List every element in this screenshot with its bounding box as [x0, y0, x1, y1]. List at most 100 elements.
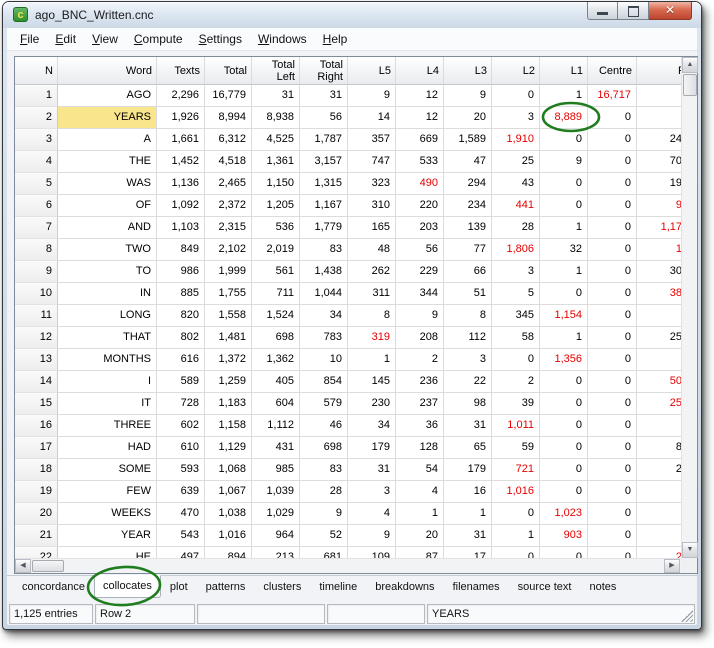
table-row[interactable]: 11LONG8201,5581,524348983451,1540: [15, 305, 681, 327]
value-cell[interactable]: 87: [396, 547, 444, 558]
value-cell[interactable]: 32: [540, 239, 588, 261]
value-cell[interactable]: 179: [444, 459, 492, 481]
word-cell[interactable]: THREE: [58, 415, 157, 437]
value-cell[interactable]: 854: [300, 371, 348, 393]
value-cell[interactable]: 2,019: [252, 239, 300, 261]
table-row[interactable]: 10IN8851,7557111,0443113445150038: [15, 283, 681, 305]
value-cell[interactable]: 30: [637, 261, 681, 283]
value-cell[interactable]: 698: [252, 327, 300, 349]
close-button[interactable]: ✕: [649, 2, 692, 20]
menu-item-edit[interactable]: Edit: [47, 29, 84, 49]
value-cell[interactable]: 1,910: [492, 129, 540, 151]
value-cell[interactable]: 3: [348, 481, 396, 503]
value-cell[interactable]: 721: [492, 459, 540, 481]
value-cell[interactable]: 165: [348, 217, 396, 239]
value-cell[interactable]: 0: [588, 459, 637, 481]
value-cell[interactable]: 1,183: [205, 393, 252, 415]
value-cell[interactable]: 24: [637, 129, 681, 151]
value-cell[interactable]: 1,205: [252, 195, 300, 217]
value-cell[interactable]: 3: [492, 107, 540, 129]
value-cell[interactable]: 0: [588, 129, 637, 151]
value-cell[interactable]: 0: [540, 283, 588, 305]
value-cell[interactable]: 38: [637, 283, 681, 305]
value-cell[interactable]: 579: [300, 393, 348, 415]
value-cell[interactable]: 77: [444, 239, 492, 261]
value-cell[interactable]: 0: [540, 393, 588, 415]
value-cell[interactable]: 1: [492, 525, 540, 547]
value-cell[interactable]: 1,044: [300, 283, 348, 305]
value-cell[interactable]: 1: [540, 327, 588, 349]
column-header-word[interactable]: Word: [58, 57, 157, 85]
table-row[interactable]: 12THAT8021,481698783319208112581025: [15, 327, 681, 349]
value-cell[interactable]: 34: [348, 415, 396, 437]
minimize-button[interactable]: [587, 2, 618, 20]
value-cell[interactable]: 1,023: [540, 503, 588, 525]
value-cell[interactable]: [637, 305, 681, 327]
table-row[interactable]: 4THE1,4524,5181,3613,15774753347259070: [15, 151, 681, 173]
tab-concordance[interactable]: concordance: [13, 576, 94, 599]
column-header-texts[interactable]: Texts: [157, 57, 205, 85]
value-cell[interactable]: 236: [396, 371, 444, 393]
value-cell[interactable]: 610: [157, 437, 205, 459]
value-cell[interactable]: 894: [205, 547, 252, 558]
value-cell[interactable]: 2,465: [205, 173, 252, 195]
value-cell[interactable]: 0: [540, 195, 588, 217]
value-cell[interactable]: 533: [396, 151, 444, 173]
table-row[interactable]: 2YEARS1,9268,9948,9385614122038,8890: [15, 107, 681, 129]
value-cell[interactable]: 0: [540, 173, 588, 195]
value-cell[interactable]: 43: [492, 173, 540, 195]
value-cell[interactable]: 208: [396, 327, 444, 349]
value-cell[interactable]: 50: [637, 371, 681, 393]
column-header-total-right[interactable]: Total Right: [300, 57, 348, 85]
value-cell[interactable]: 109: [348, 547, 396, 558]
value-cell[interactable]: 2,372: [205, 195, 252, 217]
value-cell[interactable]: 2: [492, 371, 540, 393]
value-cell[interactable]: 1,136: [157, 173, 205, 195]
column-header-n[interactable]: N: [15, 57, 58, 85]
word-cell[interactable]: I: [58, 371, 157, 393]
tab-plot[interactable]: plot: [161, 576, 197, 599]
scroll-down-button[interactable]: ▼: [682, 542, 698, 558]
value-cell[interactable]: [637, 415, 681, 437]
value-cell[interactable]: 1,356: [540, 349, 588, 371]
value-cell[interactable]: 0: [588, 481, 637, 503]
value-cell[interactable]: 497: [157, 547, 205, 558]
value-cell[interactable]: 4: [396, 481, 444, 503]
value-cell[interactable]: 1,806: [492, 239, 540, 261]
value-cell[interactable]: 4,525: [252, 129, 300, 151]
value-cell[interactable]: 1,154: [540, 305, 588, 327]
value-cell[interactable]: 311: [348, 283, 396, 305]
tab-breakdowns[interactable]: breakdowns: [366, 576, 443, 599]
value-cell[interactable]: 2: [396, 349, 444, 371]
value-cell[interactable]: 0: [588, 283, 637, 305]
value-cell[interactable]: 0: [492, 547, 540, 558]
value-cell[interactable]: 3: [492, 261, 540, 283]
value-cell[interactable]: [637, 349, 681, 371]
value-cell[interactable]: 0: [540, 481, 588, 503]
value-cell[interactable]: [637, 525, 681, 547]
value-cell[interactable]: [637, 107, 681, 129]
tab-timeline[interactable]: timeline: [310, 576, 366, 599]
value-cell[interactable]: 536: [252, 217, 300, 239]
value-cell[interactable]: 66: [444, 261, 492, 283]
value-cell[interactable]: 0: [588, 305, 637, 327]
value-cell[interactable]: 128: [396, 437, 444, 459]
value-cell[interactable]: 31: [252, 85, 300, 107]
value-cell[interactable]: 294: [444, 173, 492, 195]
menu-item-help[interactable]: Help: [315, 29, 356, 49]
column-header-centre[interactable]: Centre: [588, 57, 637, 85]
value-cell[interactable]: 20: [444, 107, 492, 129]
value-cell[interactable]: 319: [348, 327, 396, 349]
table-row[interactable]: 19FEW6391,0671,0392834161,01600: [15, 481, 681, 503]
value-cell[interactable]: 1,362: [252, 349, 300, 371]
value-cell[interactable]: 25: [492, 151, 540, 173]
value-cell[interactable]: 441: [492, 195, 540, 217]
table-row[interactable]: 8TWO8492,1022,019834856771,8063201: [15, 239, 681, 261]
table-row[interactable]: 1AGO2,29616,779313191290116,717: [15, 85, 681, 107]
value-cell[interactable]: 54: [396, 459, 444, 481]
value-cell[interactable]: 1: [637, 239, 681, 261]
value-cell[interactable]: 6,312: [205, 129, 252, 151]
resize-grip-icon[interactable]: [681, 610, 693, 622]
column-header-r1[interactable]: R1: [637, 57, 681, 85]
word-cell[interactable]: HAD: [58, 437, 157, 459]
